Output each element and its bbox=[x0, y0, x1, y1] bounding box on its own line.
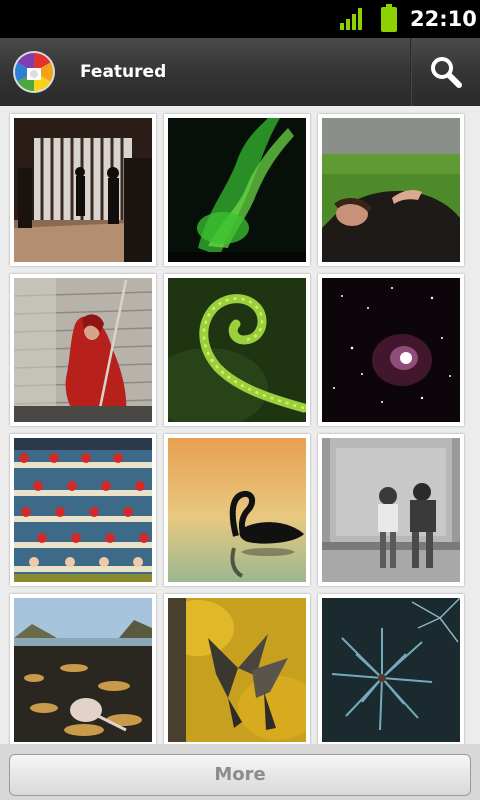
photo-woman-in-field bbox=[322, 118, 460, 262]
photo-tile[interactable] bbox=[164, 114, 310, 266]
photo-black-swan bbox=[168, 438, 306, 582]
signal-bars-icon bbox=[340, 8, 362, 30]
photo-aurora bbox=[168, 118, 306, 262]
photo-tile[interactable] bbox=[318, 274, 464, 426]
photo-tile[interactable] bbox=[318, 114, 464, 266]
photo-fern-spiral bbox=[168, 278, 306, 422]
photo-tile[interactable] bbox=[318, 594, 464, 746]
picasa-logo-icon[interactable] bbox=[12, 50, 56, 94]
search-icon bbox=[431, 57, 462, 88]
app-bar: Featured bbox=[0, 38, 480, 107]
photo-rowing-crews bbox=[14, 438, 152, 582]
photo-gate-silhouettes bbox=[14, 118, 152, 262]
photo-tile[interactable] bbox=[10, 434, 156, 586]
search-button[interactable] bbox=[412, 38, 480, 106]
photo-birds-autumn-leaves bbox=[168, 598, 306, 742]
battery-icon bbox=[381, 4, 397, 32]
photo-tile[interactable] bbox=[10, 114, 156, 266]
page-title: Featured bbox=[80, 62, 167, 82]
photo-pine-needles bbox=[322, 598, 460, 742]
photo-orion-nebula bbox=[322, 278, 460, 422]
photo-grid bbox=[0, 106, 480, 746]
photo-tile[interactable] bbox=[164, 434, 310, 586]
photo-red-cloaked-figure bbox=[14, 278, 152, 422]
photo-tile[interactable] bbox=[10, 594, 156, 746]
status-bar: 22:10 bbox=[0, 0, 480, 38]
more-button[interactable]: More bbox=[9, 754, 471, 796]
photo-tile[interactable] bbox=[318, 434, 464, 586]
photo-rocky-beach bbox=[14, 598, 152, 742]
status-time: 22:10 bbox=[410, 7, 477, 31]
photo-tile[interactable] bbox=[10, 274, 156, 426]
photo-tile[interactable] bbox=[164, 274, 310, 426]
photo-children-on-bench bbox=[322, 438, 460, 582]
footer-bar: More bbox=[0, 744, 480, 800]
photo-tile[interactable] bbox=[164, 594, 310, 746]
